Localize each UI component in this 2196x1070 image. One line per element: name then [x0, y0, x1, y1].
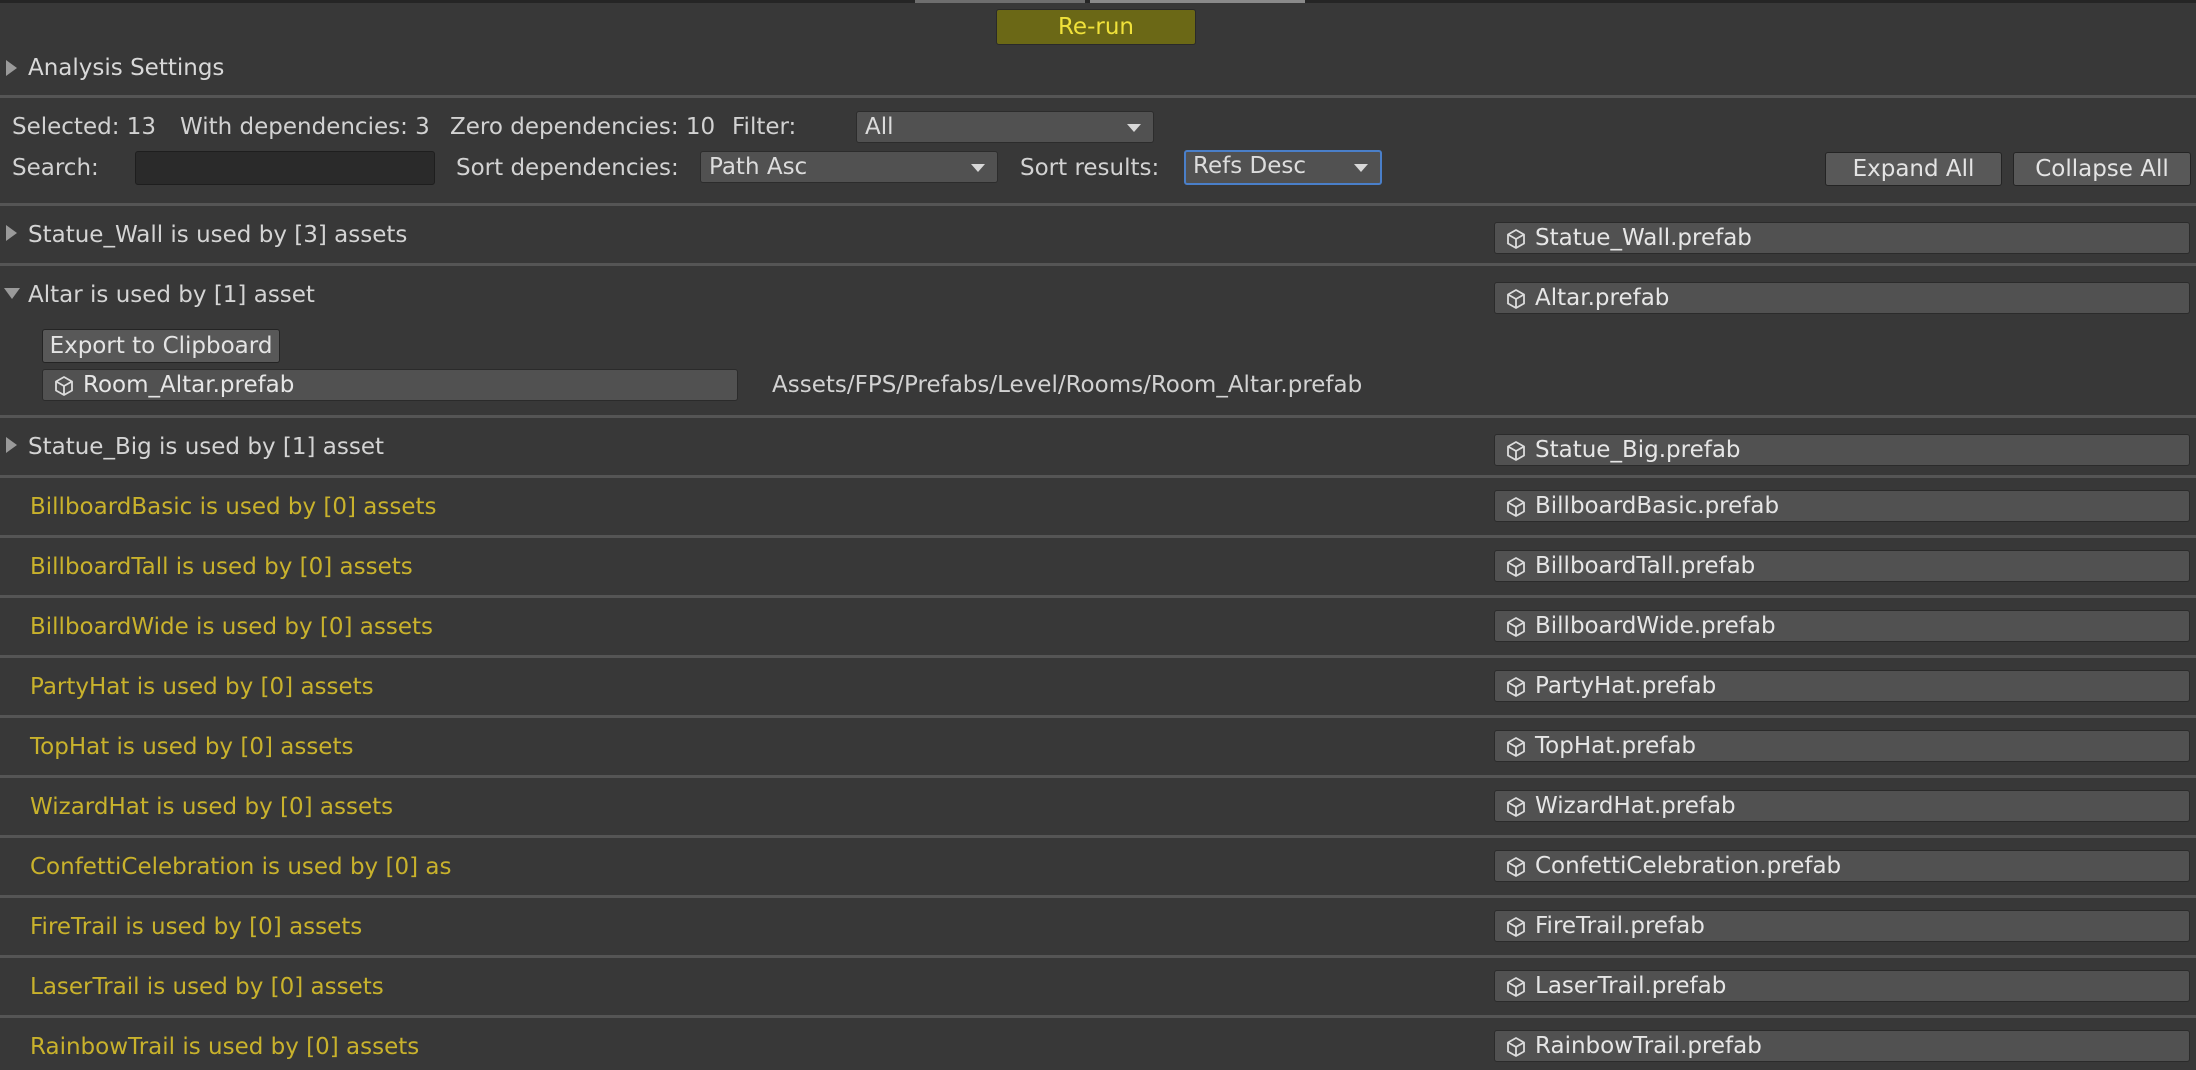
result-title[interactable]: Statue_Wall is used by [3] assets [28, 222, 407, 248]
asset-name: TopHat.prefab [1535, 733, 1697, 759]
with-dependencies-count: With dependencies: 3 [180, 114, 430, 140]
dependency-object-field[interactable]: Room_Altar.prefab [42, 369, 738, 401]
asset-name: Statue_Big.prefab [1535, 437, 1741, 463]
asset-object-field[interactable]: FireTrail.prefab [1494, 910, 2190, 942]
asset-name: ConfettiCelebration.prefab [1535, 853, 1842, 879]
result-title: PartyHat is used by [0] assets [30, 674, 374, 700]
prefab-cube-icon [1505, 496, 1527, 518]
asset-object-field[interactable]: LaserTrail.prefab [1494, 970, 2190, 1002]
asset-object-field[interactable]: ConfettiCelebration.prefab [1494, 850, 2190, 882]
asset-object-field[interactable]: RainbowTrail.prefab [1494, 1030, 2190, 1062]
prefab-cube-icon [1505, 856, 1527, 878]
rerun-button[interactable]: Re-run [996, 9, 1196, 45]
asset-object-field[interactable]: Statue_Wall.prefab [1494, 222, 2190, 254]
result-divider [0, 535, 2196, 538]
foldout-collapsed-icon[interactable] [6, 437, 17, 453]
asset-object-field[interactable]: BillboardTall.prefab [1494, 550, 2190, 582]
export-to-clipboard-button[interactable]: Export to Clipboard [42, 329, 280, 363]
analysis-settings-label[interactable]: Analysis Settings [28, 57, 224, 80]
asset-name: Altar.prefab [1535, 285, 1670, 311]
prefab-cube-icon [1505, 616, 1527, 638]
dependency-asset-name: Room_Altar.prefab [83, 372, 295, 398]
result-title[interactable]: Altar is used by [1] asset [28, 282, 315, 308]
result-divider [0, 895, 2196, 898]
result-title: BillboardBasic is used by [0] assets [30, 494, 437, 520]
result-divider [0, 955, 2196, 958]
prefab-cube-icon [1505, 1036, 1527, 1058]
result-divider [0, 775, 2196, 778]
asset-object-field[interactable]: Statue_Big.prefab [1494, 434, 2190, 466]
asset-name: BillboardTall.prefab [1535, 553, 1756, 579]
expand-all-button[interactable]: Expand All [1825, 152, 2002, 186]
sort-results-value: Refs Desc [1193, 153, 1306, 179]
sort-dependencies-label: Sort dependencies: [456, 155, 679, 181]
asset-name: WizardHat.prefab [1535, 793, 1736, 819]
asset-object-field[interactable]: BillboardBasic.prefab [1494, 490, 2190, 522]
result-title: ConfettiCelebration is used by [0] as [30, 854, 452, 880]
selected-count: Selected: 13 [12, 114, 157, 140]
result-title: FireTrail is used by [0] assets [30, 914, 363, 940]
tab-edge-right [1090, 0, 1305, 3]
search-input[interactable] [135, 151, 435, 185]
asset-name: RainbowTrail.prefab [1535, 1033, 1762, 1059]
asset-name: BillboardBasic.prefab [1535, 493, 1780, 519]
asset-name: BillboardWide.prefab [1535, 613, 1776, 639]
chevron-down-icon [971, 164, 985, 172]
result-divider [0, 595, 2196, 598]
result-divider [0, 715, 2196, 718]
asset-object-field[interactable]: PartyHat.prefab [1494, 670, 2190, 702]
result-title: TopHat is used by [0] assets [30, 734, 354, 760]
result-title: RainbowTrail is used by [0] assets [30, 1034, 420, 1060]
prefab-cube-icon [1505, 976, 1527, 998]
search-label: Search: [12, 155, 99, 181]
result-title: BillboardTall is used by [0] assets [30, 554, 413, 580]
result-divider [0, 475, 2196, 478]
sort-results-dropdown[interactable]: Refs Desc [1184, 150, 1382, 185]
filter-label: Filter: [732, 114, 797, 140]
sort-dependencies-value: Path Asc [709, 154, 808, 180]
prefab-cube-icon [1505, 288, 1527, 310]
chevron-down-icon [1354, 164, 1368, 172]
result-title: WizardHat is used by [0] assets [30, 794, 394, 820]
result-divider [0, 1015, 2196, 1018]
asset-object-field[interactable]: Altar.prefab [1494, 282, 2190, 314]
asset-object-field[interactable]: TopHat.prefab [1494, 730, 2190, 762]
prefab-cube-icon [1505, 556, 1527, 578]
prefab-cube-icon [1505, 796, 1527, 818]
collapse-all-button[interactable]: Collapse All [2013, 152, 2191, 186]
result-title: BillboardWide is used by [0] assets [30, 614, 433, 640]
asset-object-field[interactable]: BillboardWide.prefab [1494, 610, 2190, 642]
analysis-settings-foldout-icon[interactable] [6, 60, 17, 76]
asset-name: FireTrail.prefab [1535, 913, 1705, 939]
chevron-down-icon [1127, 124, 1141, 132]
filter-dropdown[interactable]: All [856, 111, 1154, 143]
result-title: LaserTrail is used by [0] assets [30, 974, 384, 1000]
asset-object-field[interactable]: WizardHat.prefab [1494, 790, 2190, 822]
prefab-cube-icon [53, 375, 75, 397]
filter-value: All [865, 114, 894, 140]
zero-dependencies-count: Zero dependencies: 10 [450, 114, 716, 140]
prefab-cube-icon [1505, 228, 1527, 250]
foldout-expanded-icon[interactable] [4, 288, 20, 299]
tab-edge-left [915, 0, 1085, 3]
dependency-path: Assets/FPS/Prefabs/Level/Rooms/Room_Alta… [772, 372, 1363, 398]
foldout-collapsed-icon[interactable] [6, 225, 17, 241]
result-divider [0, 835, 2196, 838]
result-divider [0, 415, 2196, 418]
result-divider [0, 655, 2196, 658]
result-title[interactable]: Statue_Big is used by [1] asset [28, 434, 384, 460]
prefab-cube-icon [1505, 736, 1527, 758]
asset-name: LaserTrail.prefab [1535, 973, 1727, 999]
result-divider [0, 263, 2196, 266]
sort-dependencies-dropdown[interactable]: Path Asc [700, 151, 998, 183]
result-divider [0, 203, 2196, 206]
prefab-cube-icon [1505, 676, 1527, 698]
sort-results-label: Sort results: [1020, 155, 1160, 181]
divider [0, 95, 2196, 98]
prefab-cube-icon [1505, 916, 1527, 938]
asset-name: Statue_Wall.prefab [1535, 225, 1752, 251]
asset-name: PartyHat.prefab [1535, 673, 1717, 699]
prefab-cube-icon [1505, 440, 1527, 462]
